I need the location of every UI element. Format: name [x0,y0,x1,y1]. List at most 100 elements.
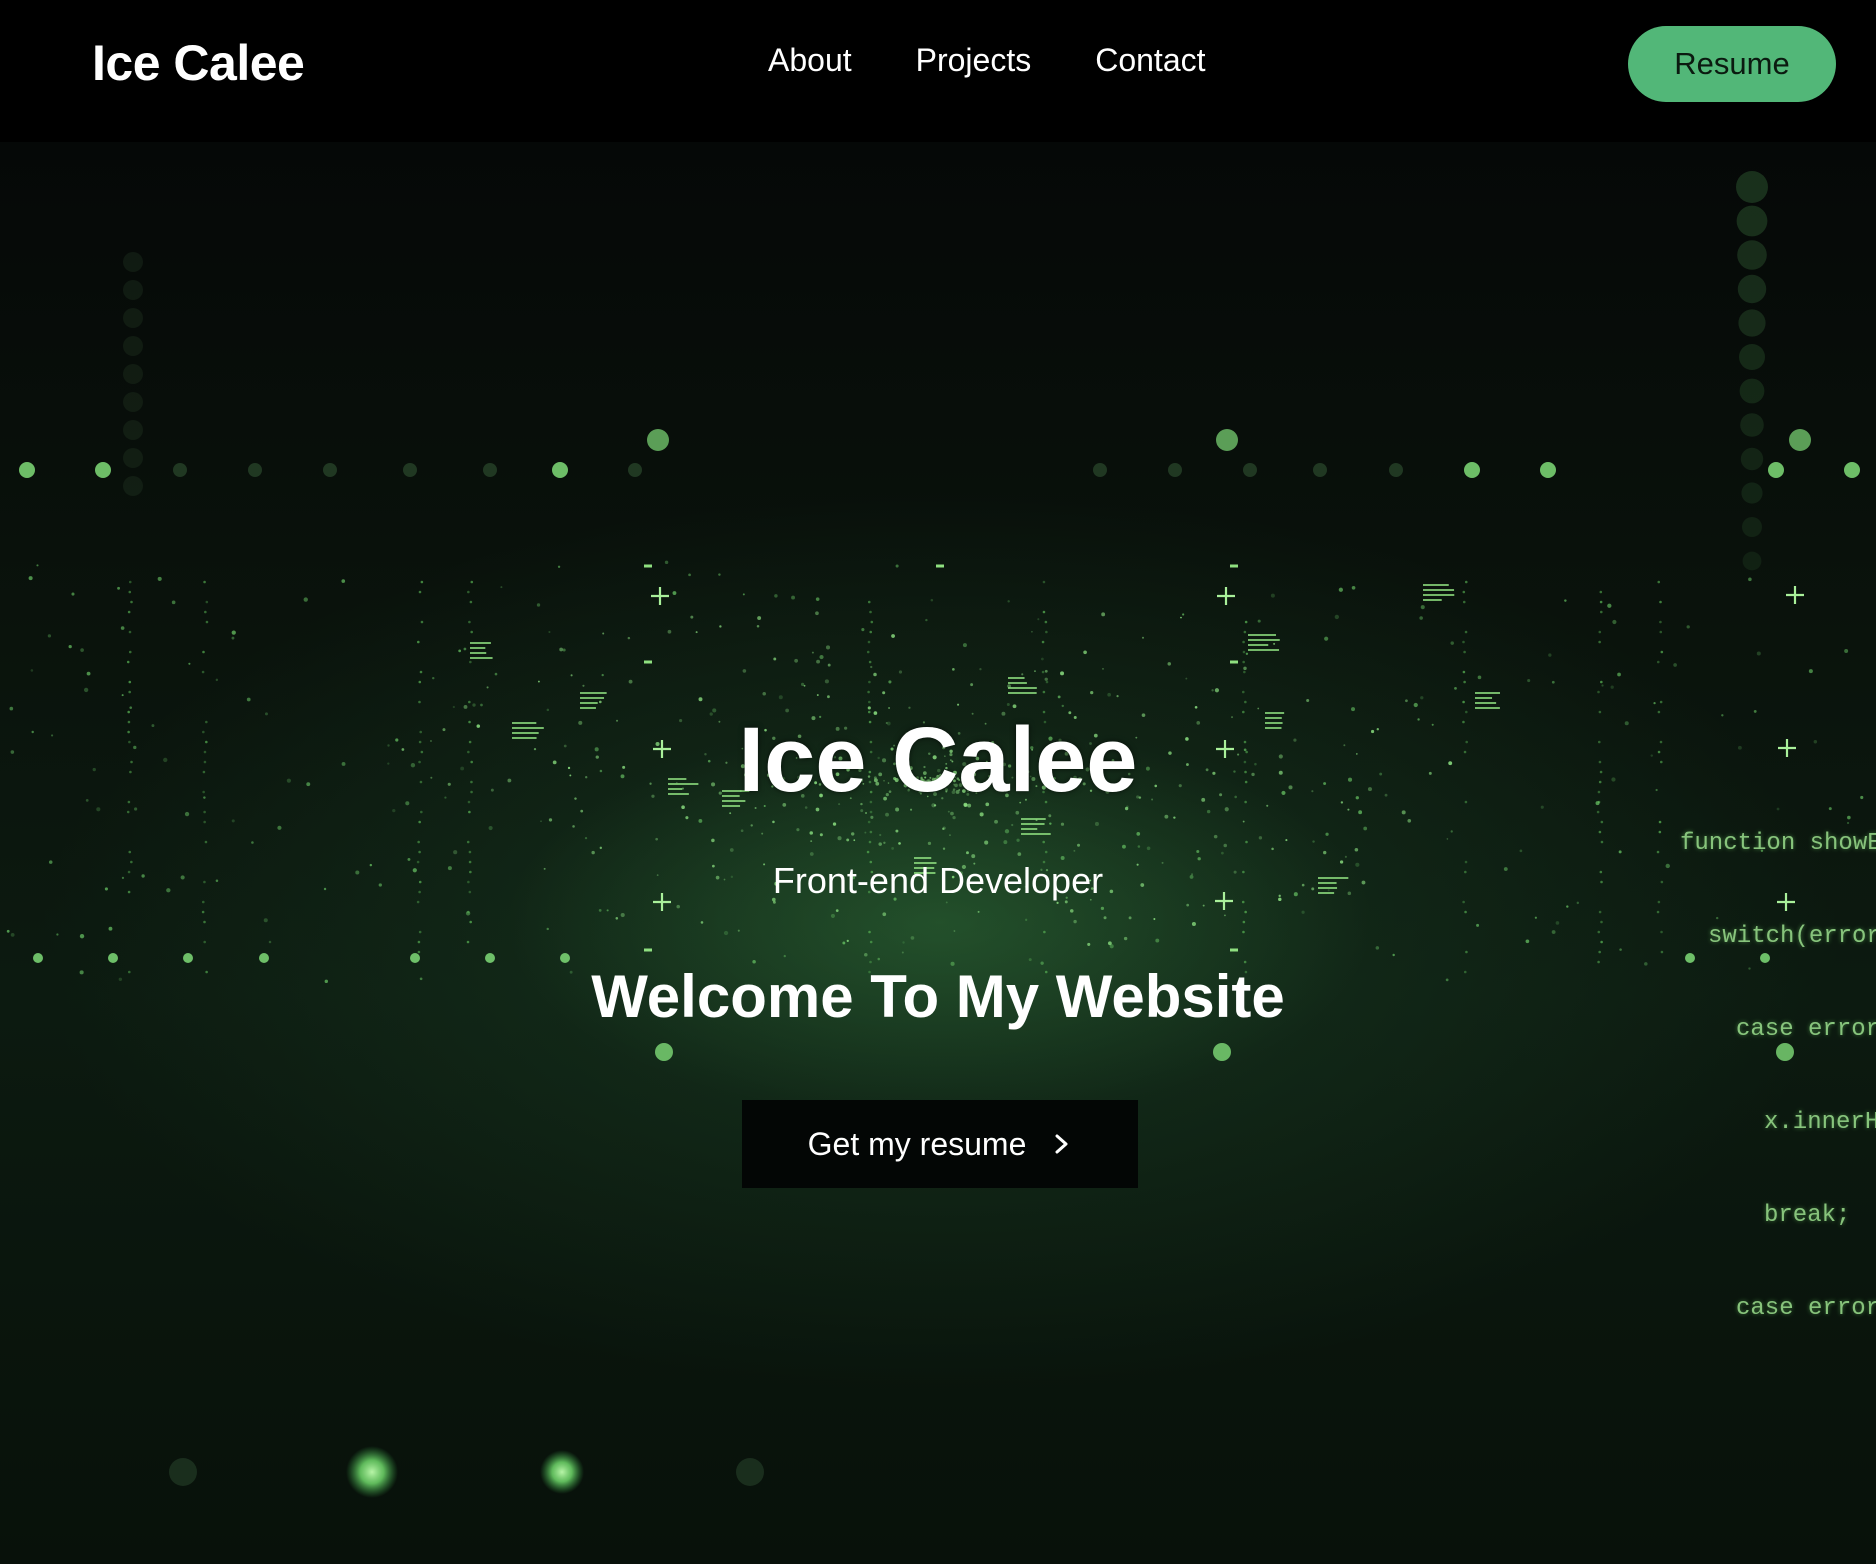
background-particle [470,580,474,584]
background-particle [825,645,831,650]
brand-logo[interactable]: Ice Calee [92,34,305,92]
background-particle [1213,834,1218,839]
background-particle [1030,630,1033,633]
background-particle [418,820,421,824]
nav-link-about[interactable]: About [768,42,852,79]
background-particle [1008,677,1025,679]
background-particle [1042,690,1046,694]
background-particle [1258,836,1263,840]
background-particle [1598,640,1601,644]
background-particle [883,841,886,844]
background-particle [1423,594,1455,596]
background-particle [204,840,208,844]
background-particle [1619,948,1622,951]
background-particle [810,840,813,843]
background-code-snippet: function showErr switch(error.co case er… [1680,766,1876,1386]
background-particle [1653,702,1656,705]
background-particle [128,690,131,694]
background-particle [1044,669,1048,673]
background-particle [861,628,865,632]
background-particle [537,680,540,683]
background-particle [1534,916,1537,919]
background-particle [1475,702,1497,704]
background-particle [742,593,745,596]
nav-link-contact[interactable]: Contact [1095,42,1205,79]
background-particle [815,611,819,616]
nav-link-projects[interactable]: Projects [916,42,1032,79]
code-line: break; [1764,1202,1851,1229]
background-particle [1736,171,1768,203]
background-particle [201,910,205,914]
background-particle [1073,849,1076,852]
background-particle [1659,600,1662,604]
hero-section: function showErr switch(error.co case er… [0,142,1876,1564]
background-particle [494,672,498,676]
background-particle [1044,620,1048,624]
background-particle [1244,910,1247,914]
background-particle [548,630,551,634]
background-particle [824,679,829,684]
background-particle [1107,692,1112,697]
background-particle [1555,921,1560,925]
background-particle [949,834,951,837]
get-resume-button[interactable]: Get my resume [742,1100,1138,1188]
background-particle [794,658,799,663]
background-particle [667,629,672,634]
background-particle [888,680,892,684]
background-particle [1463,680,1466,684]
background-particle [1045,630,1048,634]
background-particle [1128,916,1132,920]
background-particle [1598,910,1602,914]
background-particle [1248,644,1269,646]
background-particle [729,848,734,852]
background-particle [898,842,901,845]
background-particle [1243,670,1246,674]
background-particle [1116,695,1119,698]
background-particle [1028,958,1032,962]
background-particle [1248,634,1276,636]
background-particle [837,836,842,841]
background-particle [1185,677,1188,680]
background-particle [1600,840,1604,844]
background-particle [30,669,34,672]
background-particle [1375,946,1380,950]
background-particle [772,820,775,824]
background-particle [962,643,967,648]
background-particle [1600,820,1604,824]
background-particle [71,592,75,596]
background-particle [1344,855,1347,858]
resume-button[interactable]: Resume [1628,26,1836,102]
background-particle [128,650,132,654]
background-particle [1477,675,1482,680]
nav-links: About Projects Contact [768,42,1206,79]
background-particle [1146,846,1151,851]
background-particle [591,850,595,855]
background-particle [815,597,820,601]
background-particle [879,833,882,837]
background-particle [835,909,839,913]
background-particle [418,930,422,934]
background-particle [885,812,889,817]
background-particle [1598,950,1601,954]
background-particle [1173,816,1176,819]
background-particle [1073,919,1077,924]
background-particle [123,252,143,272]
background-particle [323,463,337,477]
background-particle [1312,840,1315,843]
background-particle [203,940,206,944]
background-particle [1049,822,1052,825]
background-particle [628,679,633,684]
background-particle [418,850,421,854]
background-particle [546,927,549,931]
background-particle [127,610,131,614]
background-particle [469,920,472,924]
background-particle [1243,666,1247,671]
background-particle [599,846,603,850]
background-particle [1271,847,1274,851]
background-particle [1164,814,1169,819]
background-particle [1656,850,1660,854]
background-particle [205,620,209,624]
background-particle [1808,669,1813,674]
background-particle [898,670,903,674]
background-particle [1244,620,1248,624]
